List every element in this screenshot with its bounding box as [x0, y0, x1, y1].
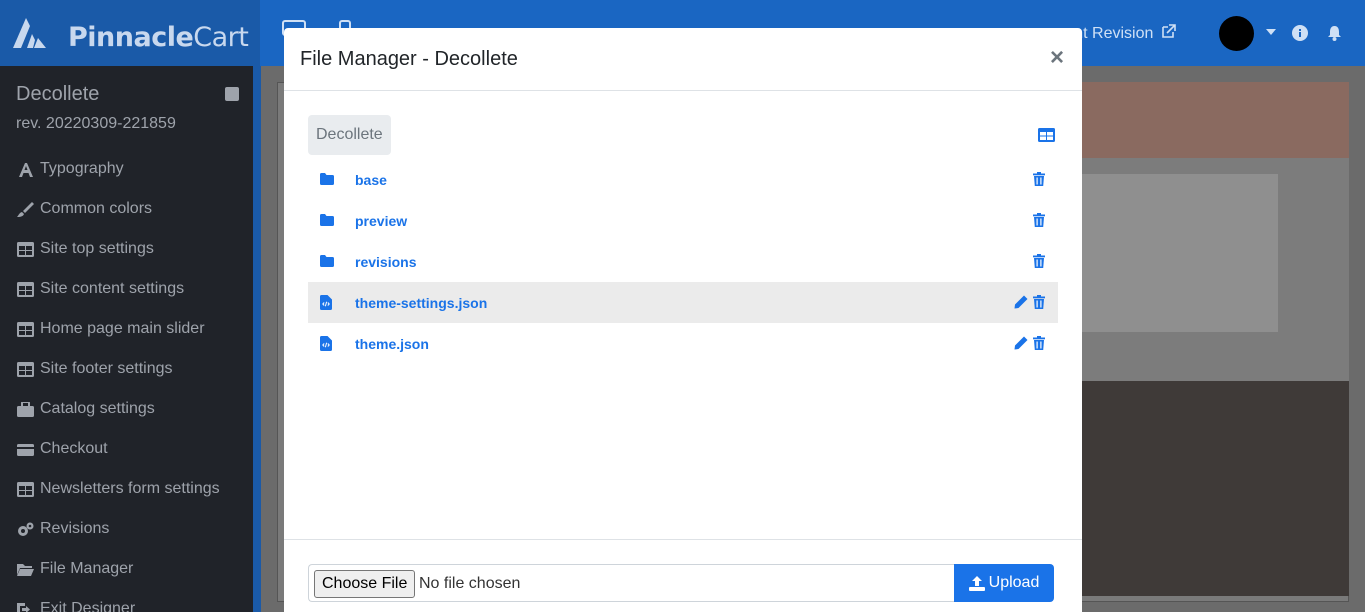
sidebar-item-site-content-settings[interactable]: Site content settings	[0, 269, 253, 309]
file-row-preview[interactable]: preview	[308, 200, 1058, 241]
sidebar-item-site-footer-settings[interactable]: Site footer settings	[0, 349, 253, 389]
trash-icon[interactable]	[1033, 254, 1045, 268]
chevron-down-icon[interactable]	[1266, 29, 1276, 35]
table-icon	[17, 281, 34, 297]
credit-card-icon	[17, 443, 34, 456]
exit-icon	[17, 602, 30, 612]
sidebar-item-common-colors[interactable]: Common colors	[0, 189, 253, 229]
avatar[interactable]	[1219, 16, 1254, 51]
pencil-icon[interactable]	[1014, 336, 1028, 350]
table-icon	[17, 361, 34, 377]
sidebar-item-home-page-main-slider[interactable]: Home page main slider	[0, 309, 253, 349]
brush-icon	[17, 201, 34, 217]
briefcase-icon	[17, 401, 34, 417]
table-icon	[17, 321, 34, 337]
file-input[interactable]: Choose File No file chosen	[308, 564, 955, 602]
file-row-theme-json[interactable]: theme.json	[308, 323, 1058, 364]
logo-text: PinnacleCart	[68, 22, 249, 53]
sidebar-item-checkout[interactable]: Checkout	[0, 429, 253, 469]
sidebar-item-catalog-settings[interactable]: Catalog settings	[0, 389, 253, 429]
content-edge	[253, 66, 261, 612]
file-name[interactable]: preview	[355, 213, 407, 229]
folder-icon	[320, 173, 334, 185]
modal-title: File Manager - Decollete	[300, 48, 518, 70]
upload-button[interactable]: Upload	[954, 564, 1054, 602]
logo-mark-icon	[13, 18, 46, 48]
file-code-icon	[320, 295, 332, 310]
folder-open-icon	[17, 563, 34, 576]
file-row-base[interactable]: base	[308, 159, 1058, 200]
sidebar-item-file-manager[interactable]: File Manager	[0, 549, 253, 589]
cogs-icon	[18, 522, 34, 536]
file-row-theme-settings-json[interactable]: theme-settings.json	[308, 282, 1058, 323]
bell-icon[interactable]	[1327, 25, 1342, 41]
sidebar-item-exit-designer[interactable]: Exit Designer	[0, 589, 253, 612]
typography-icon	[19, 162, 33, 177]
file-name[interactable]: revisions	[355, 254, 416, 270]
folder-icon	[320, 255, 334, 267]
file-list: base preview revisions theme-settings.js…	[308, 159, 1058, 364]
trash-icon[interactable]	[1033, 172, 1045, 186]
no-file-text: No file chosen	[419, 575, 521, 592]
preview-product-image	[1082, 174, 1278, 332]
folder-icon	[320, 214, 334, 226]
trash-icon[interactable]	[1033, 213, 1045, 227]
modal-footer: Choose File No file chosen Upload	[284, 539, 1082, 612]
sidebar-item-site-top-settings[interactable]: Site top settings	[0, 229, 253, 269]
preview-banner-image	[1080, 82, 1349, 158]
modal-header: File Manager - Decollete ×	[284, 28, 1082, 91]
info-icon[interactable]	[1292, 25, 1308, 41]
file-row-revisions[interactable]: revisions	[308, 241, 1058, 282]
sidebar-item-revisions[interactable]: Revisions	[0, 509, 253, 549]
logo-area: PinnacleCart	[0, 0, 260, 66]
file-name[interactable]: theme.json	[355, 336, 429, 352]
sidebar-item-typography[interactable]: Typography	[0, 149, 253, 189]
sidebar: Decollete rev. 20220309-221859 Typograph…	[0, 66, 253, 612]
trash-icon[interactable]	[1033, 295, 1045, 309]
sidebar-revision: rev. 20220309-221859	[16, 115, 176, 132]
file-name[interactable]: theme-settings.json	[355, 295, 487, 311]
table-icon	[17, 481, 34, 497]
preview-model-image	[1080, 381, 1349, 596]
sidebar-menu: Typography Common colors Site top settin…	[0, 149, 253, 612]
close-button[interactable]: ×	[1050, 44, 1064, 72]
file-manager-modal: File Manager - Decollete × Decollete bas…	[284, 28, 1082, 612]
table-icon	[17, 241, 34, 257]
sidebar-theme-title: Decollete	[16, 83, 100, 105]
choose-file-button[interactable]: Choose File	[314, 570, 416, 598]
upload-icon	[968, 575, 985, 591]
checkbox-icon[interactable]	[225, 87, 239, 101]
file-name[interactable]: base	[355, 172, 387, 188]
external-link-icon	[1162, 24, 1176, 38]
file-code-icon	[320, 336, 332, 351]
breadcrumb[interactable]: Decollete	[308, 115, 391, 155]
trash-icon[interactable]	[1033, 336, 1045, 350]
grid-view-icon[interactable]	[1038, 128, 1055, 142]
pencil-icon[interactable]	[1014, 295, 1028, 309]
sidebar-item-newsletters-form-settings[interactable]: Newsletters form settings	[0, 469, 253, 509]
